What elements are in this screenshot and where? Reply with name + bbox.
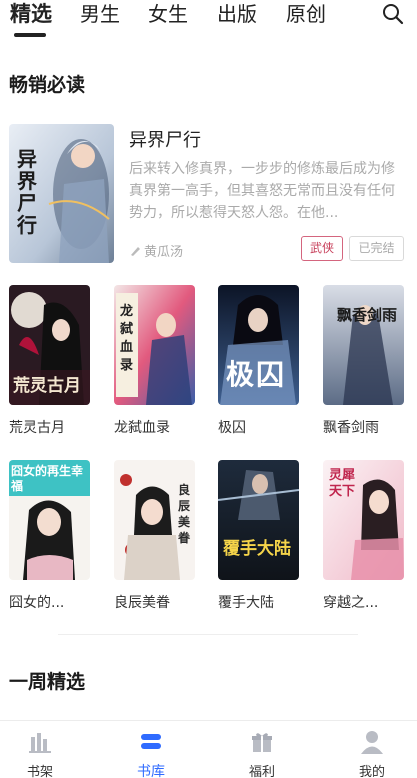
book-card[interactable]: 良辰美眷 良辰美眷 <box>114 460 196 612</box>
genre-tag: 武侠 <box>301 236 344 261</box>
search-icon[interactable] <box>381 2 405 26</box>
book-cover: 极囚 <box>218 285 299 405</box>
category-tabs: 精选 男生 女生 出版 原创 <box>0 0 417 40</box>
gift-icon <box>252 733 272 752</box>
nav-label: 书架 <box>26 765 53 778</box>
book-title: 覆手大陆 <box>218 595 274 611</box>
cover-title-text: 龙弑血录 <box>120 304 134 373</box>
cover-title-text: 良辰美眷 <box>178 483 191 545</box>
cover-title-text: 异界尸行 <box>17 147 37 237</box>
cover-title-text: 飘香剑雨 <box>337 306 398 324</box>
featured-book[interactable]: 异界尸行 异界尸行 后来转入修真界，一步步的修炼最后成为修真界第一高手，但其喜怒… <box>9 124 409 264</box>
book-card[interactable]: 荒灵古月 荒灵古月 <box>9 285 91 437</box>
book-card[interactable]: 飘香剑雨 飘香剑雨 <box>323 285 405 437</box>
section-title-weekly: 一周精选 <box>9 671 86 693</box>
cover-title-text: 荒灵古月 <box>13 376 81 396</box>
featured-book-title: 异界尸行 <box>129 130 201 151</box>
author-name: 黄瓜汤 <box>144 245 184 260</box>
featured-book-author: 黄瓜汤 <box>129 241 183 260</box>
cover-title-text: 灵犀天下 <box>329 468 356 499</box>
profile-icon <box>361 731 383 754</box>
featured-book-description: 后来转入修真界，一步步的修炼最后成为修真界第一高手，但其喜怒无常而且没有任何势力… <box>129 161 395 221</box>
book-cover: 囧女的再生幸福 <box>9 460 90 580</box>
status-tag: 已完结 <box>349 236 404 261</box>
bookshelf-icon <box>29 733 51 753</box>
tab-featured[interactable]: 精选 <box>10 0 52 28</box>
book-card[interactable]: 覆手大陆 覆手大陆 <box>218 460 300 612</box>
book-title: 龙弑血录 <box>114 420 170 436</box>
book-card[interactable]: 灵犀天下 穿越之... <box>323 460 405 612</box>
book-title: 良辰美眷 <box>114 595 170 611</box>
tab-female[interactable]: 女生 <box>148 0 188 28</box>
book-cover: 覆手大陆 <box>218 460 299 580</box>
book-card[interactable]: 极囚 极囚 <box>218 285 300 437</box>
book-title: 穿越之... <box>323 595 379 611</box>
nav-item-library[interactable]: 书库 <box>116 729 186 778</box>
book-cover: 龙弑血录 <box>114 285 195 405</box>
bottom-nav: 书架 书库 福利 我的 <box>0 720 417 778</box>
book-card[interactable]: 囧女的再生幸福 囧女的... <box>9 460 91 612</box>
active-tab-indicator <box>14 33 46 37</box>
tab-male[interactable]: 男生 <box>80 0 120 28</box>
book-cover: 灵犀天下 <box>323 460 404 580</box>
nav-label: 我的 <box>358 765 385 778</box>
book-cover: 飘香剑雨 <box>323 285 404 405</box>
nav-item-bookshelf[interactable]: 书架 <box>5 729 75 778</box>
book-title: 极囚 <box>218 420 246 436</box>
library-icon <box>141 734 161 749</box>
book-cover: 异界尸行 <box>9 124 114 263</box>
tab-published[interactable]: 出版 <box>217 0 257 28</box>
nav-label: 书库 <box>137 764 165 778</box>
nav-label: 福利 <box>248 765 275 778</box>
book-card[interactable]: 龙弑血录 龙弑血录 <box>114 285 196 437</box>
nav-item-profile[interactable]: 我的 <box>337 729 407 778</box>
pen-icon <box>131 246 140 256</box>
cover-title-text: 覆手大陆 <box>223 539 291 559</box>
book-title: 荒灵古月 <box>9 420 65 436</box>
nav-item-benefits[interactable]: 福利 <box>227 729 297 778</box>
book-title: 囧女的... <box>9 595 65 611</box>
book-title: 飘香剑雨 <box>323 420 379 436</box>
tab-original[interactable]: 原创 <box>286 0 326 28</box>
book-cover: 良辰美眷 <box>114 460 195 580</box>
book-cover: 荒灵古月 <box>9 285 90 405</box>
section-divider <box>58 634 358 635</box>
section-title-bestsellers: 畅销必读 <box>9 74 86 96</box>
cover-title-text: 极囚 <box>226 358 287 391</box>
cover-title-text: 囧女的再生幸福 <box>11 464 84 493</box>
